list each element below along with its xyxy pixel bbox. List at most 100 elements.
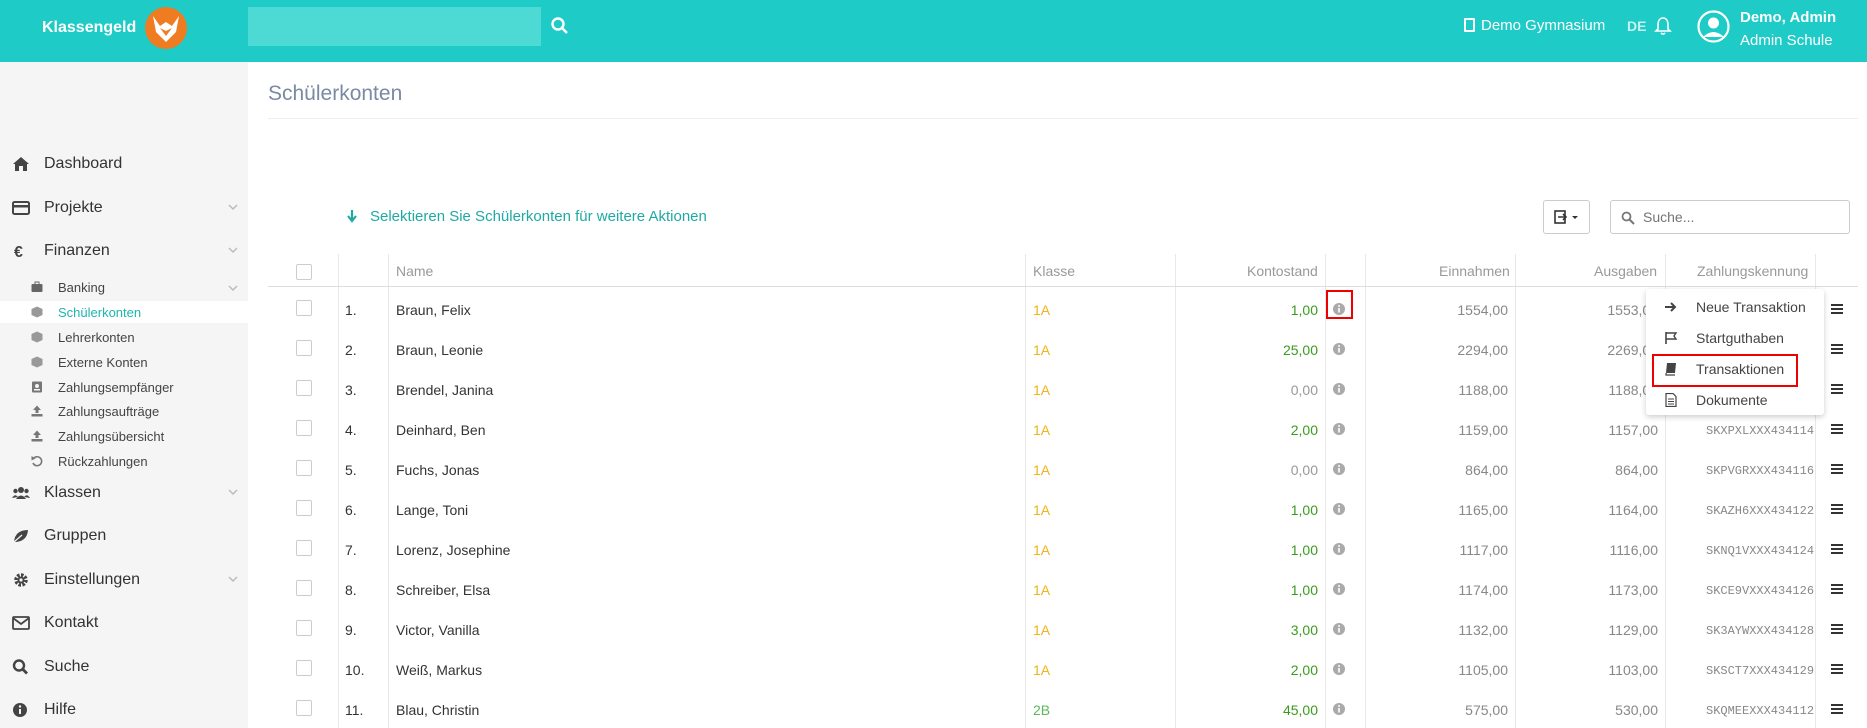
column-header-ausgaben[interactable]: Ausgaben [1594,263,1657,279]
row-checkbox[interactable] [296,700,312,716]
expense-value: 864,00 [1615,462,1658,478]
sidebar-item-label: Einstellungen [44,571,141,588]
table-row[interactable]: 3. Brendel, Janina 1A 0,00 1188,00 1188,00 [268,368,1858,408]
sidebar-sub-externe-konten[interactable]: Externe Konten [0,351,248,373]
info-icon[interactable] [1332,462,1346,476]
language-switch[interactable]: DE [1627,18,1646,34]
info-icon[interactable] [1332,702,1346,716]
student-name[interactable]: Lange, Toni [396,502,468,518]
table-row[interactable]: 11. Blau, Christin 2B 45,00 575,00 530,00 SKQM… [268,688,1858,728]
row-checkbox[interactable] [296,460,312,476]
brand-name[interactable]: Klassengeld [42,19,136,37]
row-checkbox[interactable] [296,300,312,316]
menu-item-neue-transaktion[interactable]: Neue Transaktion [1646,292,1824,322]
hamburger-menu-icon[interactable] [1830,343,1844,355]
student-name[interactable]: Blau, Christin [396,702,479,718]
search-icon[interactable] [550,15,570,37]
table-row[interactable]: 1. Braun, Felix 1A 1,00 1554,00 1553,00 [268,288,1858,328]
sidebar-sub-zahlungsauftraege[interactable]: Zahlungsaufträge [0,400,248,422]
student-name[interactable]: Schreiber, Elsa [396,582,490,598]
hamburger-menu-icon[interactable] [1830,503,1844,515]
row-checkbox[interactable] [296,540,312,556]
hamburger-menu-icon[interactable] [1830,543,1844,555]
student-name[interactable]: Brendel, Janina [396,382,493,398]
info-icon[interactable] [1332,382,1346,396]
info-icon[interactable] [1332,662,1346,676]
sidebar-sub-rueckzahlungen[interactable]: Rückzahlungen [0,450,248,472]
table-row[interactable]: 5. Fuchs, Jonas 1A 0,00 864,00 864,00 SKPVGRXX… [268,448,1858,488]
table-row[interactable]: 6. Lange, Toni 1A 1,00 1165,00 1164,00 SKAZH6X… [268,488,1858,528]
hamburger-menu-icon[interactable] [1830,303,1844,315]
undo-icon [31,455,43,467]
hamburger-menu-icon[interactable] [1830,463,1844,475]
bell-icon[interactable] [1654,16,1672,36]
column-header-klasse[interactable]: Klasse [1033,263,1075,279]
column-header-kontostand[interactable]: Kontostand [1247,263,1318,279]
table-row[interactable]: 9. Victor, Vanilla 1A 3,00 1132,00 1129,00 SK3… [268,608,1858,648]
table-search[interactable] [1610,200,1850,234]
sidebar-sub-lehrerkonten[interactable]: Lehrerkonten [0,326,248,348]
column-header-einnahmen[interactable]: Einnahmen [1439,263,1510,279]
sidebar-item-einstellungen[interactable]: Einstellungen [0,565,248,595]
sidebar-sub-banking[interactable]: Banking [0,276,248,298]
student-name[interactable]: Weiß, Markus [396,662,482,678]
export-button[interactable] [1543,200,1590,234]
hamburger-menu-icon[interactable] [1830,623,1844,635]
sidebar-item-finanzen[interactable]: € Finanzen [0,236,248,266]
global-search-input[interactable] [248,7,541,46]
row-checkbox[interactable] [296,420,312,436]
menu-item-startguthaben[interactable]: Startguthaben [1646,323,1824,353]
row-checkbox[interactable] [296,380,312,396]
hamburger-menu-icon[interactable] [1830,663,1844,675]
table-row[interactable]: 2. Braun, Leonie 1A 25,00 2294,00 2269,00 [268,328,1858,368]
sidebar-item-klassen[interactable]: Klassen [0,478,248,508]
row-checkbox[interactable] [296,580,312,596]
info-icon[interactable] [1332,342,1346,356]
table-row[interactable]: 7. Lorenz, Josephine 1A 1,00 1117,00 1116,00 S… [268,528,1858,568]
row-checkbox[interactable] [296,620,312,636]
table-row[interactable]: 10. Weiß, Markus 1A 2,00 1105,00 1103,00 SKSCT… [268,648,1858,688]
user-avatar-icon[interactable] [1697,10,1730,43]
highlight-transaktionen-box [1652,354,1798,387]
hamburger-menu-icon[interactable] [1830,583,1844,595]
sidebar-item-suche[interactable]: Suche [0,652,248,682]
table-search-input[interactable] [1643,207,1843,227]
student-name[interactable]: Lorenz, Josephine [396,542,510,558]
table-row[interactable]: 4. Deinhard, Ben 1A 2,00 1159,00 1157,00 SKXPX… [268,408,1858,448]
column-header-zahlungskennung[interactable]: Zahlungskennung [1697,263,1808,279]
student-name[interactable]: Victor, Vanilla [396,622,480,638]
menu-item-dokumente[interactable]: Dokumente [1646,385,1824,415]
euro-icon: € [14,244,23,259]
student-name[interactable]: Braun, Felix [396,302,471,318]
table-row[interactable]: 8. Schreiber, Elsa 1A 1,00 1174,00 1173,00 SKC… [268,568,1858,608]
info-icon[interactable] [1332,422,1346,436]
selection-hint: Selektieren Sie Schülerkonten für weiter… [347,208,707,225]
sidebar-sub-schuelerkonten[interactable]: Schülerkonten [0,301,248,323]
sidebar-sub-zahlungsuebersicht[interactable]: Zahlungsübersicht [0,425,248,447]
balance-value: 1,00 [1290,582,1318,598]
info-icon[interactable] [1332,582,1346,596]
column-header-name[interactable]: Name [396,263,433,279]
row-checkbox[interactable] [296,340,312,356]
hamburger-menu-icon[interactable] [1830,423,1844,435]
student-name[interactable]: Deinhard, Ben [396,422,486,438]
info-icon[interactable] [1332,502,1346,516]
school-selector[interactable]: Demo Gymnasium [1464,17,1605,34]
select-all-checkbox[interactable] [296,264,312,280]
sidebar-item-gruppen[interactable]: Gruppen [0,521,248,551]
sidebar-item-dashboard[interactable]: Dashboard [0,149,248,179]
row-checkbox[interactable] [296,660,312,676]
info-icon[interactable] [1332,622,1346,636]
student-name[interactable]: Braun, Leonie [396,342,483,358]
user-name[interactable]: Demo, Admin [1740,9,1836,26]
sidebar-item-hilfe[interactable]: Hilfe [0,695,248,725]
payment-code: SKXPXLXXX434114 [1706,424,1815,438]
info-icon[interactable] [1332,542,1346,556]
row-checkbox[interactable] [296,500,312,516]
sidebar-item-kontakt[interactable]: Kontakt [0,608,248,638]
hamburger-menu-icon[interactable] [1830,703,1844,715]
sidebar-item-projekte[interactable]: Projekte [0,193,248,223]
hamburger-menu-icon[interactable] [1830,383,1844,395]
sidebar-sub-zahlungsempfaenger[interactable]: Zahlungsempfänger [0,376,248,398]
student-name[interactable]: Fuchs, Jonas [396,462,479,478]
